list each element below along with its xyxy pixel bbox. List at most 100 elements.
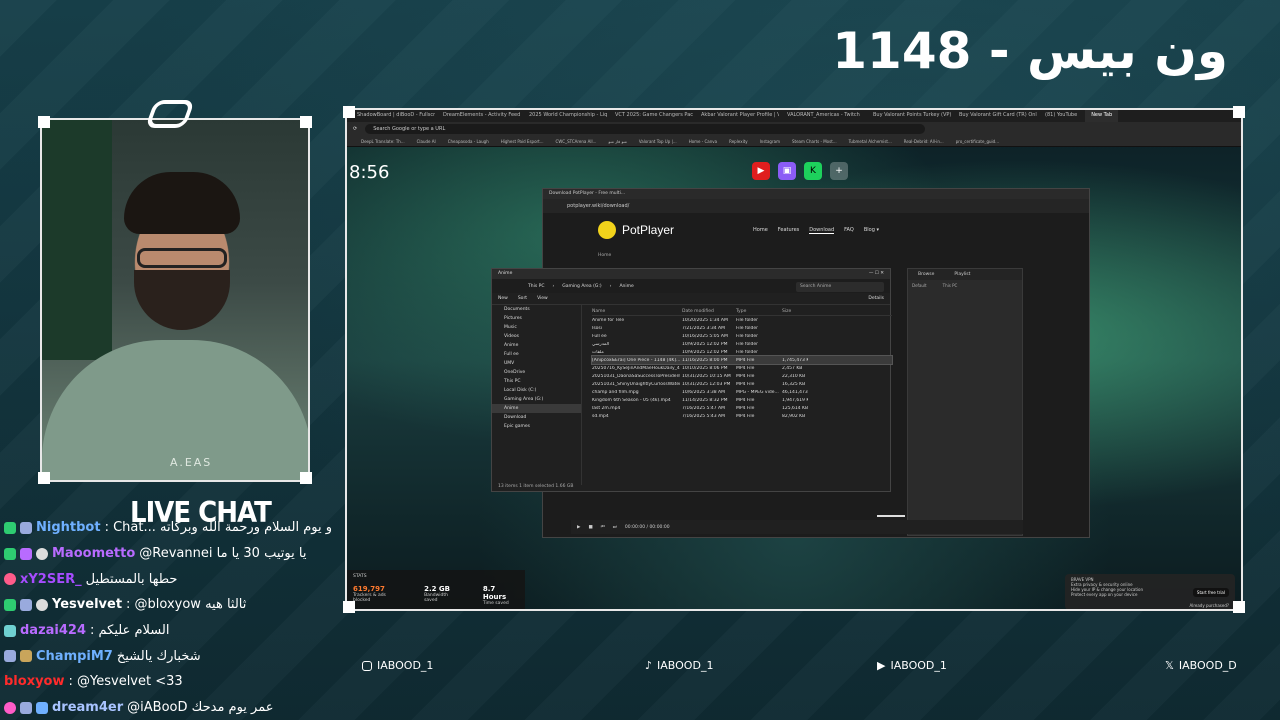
stop-icon[interactable]: ■ [588, 525, 592, 530]
chat-username[interactable]: dream4er [52, 700, 123, 715]
file-row[interactable]: Full ee 10/16/2025 5:05 AM File folder [592, 332, 892, 340]
sidebar-item[interactable]: UMV [492, 359, 581, 368]
url-input[interactable]: Search Google or type a URL [365, 124, 926, 134]
sidebar-item[interactable]: Download [492, 413, 581, 422]
tab-playlist[interactable]: Playlist [954, 272, 970, 277]
sidebar-item[interactable]: Videos [492, 332, 581, 341]
chat-username[interactable]: Nightbot [36, 520, 101, 535]
bookmark[interactable]: منو فاز منو [608, 139, 626, 144]
bookmark[interactable]: Highest Paid Esport... [501, 139, 544, 144]
file-row[interactable]: Kingdom 6th Season - 05 (4k).mp4 11/14/20… [592, 396, 892, 404]
menu-blog[interactable]: Blog ▾ [864, 227, 879, 234]
browser-tab[interactable]: VALORANT_Americas - Twitch [781, 110, 865, 122]
file-row[interactable]: 20251031_ShinyUnaightlyCurlossWaterMan..… [592, 380, 892, 388]
menu-home[interactable]: Home [753, 227, 768, 234]
sidebar-item[interactable]: Epic games [492, 422, 581, 431]
window-controls-icon[interactable]: — ☐ ✕ [869, 271, 884, 277]
browser-tab[interactable]: Buy Valorant Gift Card (TR) Online [953, 110, 1037, 122]
browser-tab[interactable]: ShadowBoard | diBooD - Fullscre [351, 110, 435, 122]
potplayer-url[interactable]: potplayer.wiki/download/ [543, 199, 1089, 213]
browser-tab[interactable]: VCT 2025: Game Changers Pacific [609, 110, 693, 122]
twitch-shortcut-icon[interactable]: ▣ [778, 162, 796, 180]
menu-features[interactable]: Features [778, 227, 800, 234]
browser-tab[interactable]: Buy Valorant Points Turkey (VP) [867, 110, 951, 122]
file-row-selected[interactable]: [Anipcox&Erai] One Piece - 1148 [4K]... 1… [591, 355, 893, 365]
bookmark[interactable]: DeepL Translate: Th... [361, 139, 405, 144]
menu-download[interactable]: Download [809, 227, 835, 234]
reload-icon[interactable]: ⟳ [353, 126, 357, 132]
col-type[interactable]: Type [736, 309, 780, 314]
path-this-pc[interactable]: This PC [528, 284, 544, 289]
file-row[interactable]: last 2m.mp4 7/16/2025 5:47 AM MP4 File 125,… [592, 404, 892, 412]
new-button[interactable]: New [498, 296, 508, 301]
sidebar-item[interactable]: Anime [492, 341, 581, 350]
col-date[interactable]: Date modified [682, 309, 734, 314]
explorer-search-input[interactable]: Search Anime [796, 282, 884, 292]
kick-shortcut-icon[interactable]: K [804, 162, 822, 180]
social-instagram[interactable]: IABOOD_1 [362, 659, 433, 672]
col-name[interactable]: Name [592, 309, 680, 314]
view-button[interactable]: View [537, 296, 548, 301]
bookmark[interactable]: Real-Debrid: All-in... [904, 139, 944, 144]
bookmark[interactable]: CWC_STCArena All... [556, 139, 597, 144]
social-tiktok[interactable]: ♪ IABOOD_1 [645, 659, 713, 672]
bookmark[interactable]: Cheapasoda - Laugh [448, 139, 489, 144]
prev-icon[interactable]: ⏮ [601, 524, 605, 530]
add-site-icon[interactable]: + [830, 162, 848, 180]
explorer-title[interactable]: Anime [498, 271, 512, 277]
details-button[interactable]: Details [868, 296, 884, 301]
sidebar-item[interactable]: Music [492, 323, 581, 332]
sidebar-item[interactable]: Gaming Area (G:) [492, 395, 581, 404]
file-row[interactable]: champ and film.mpg 10/6/2025 3:38 AM MPG -… [592, 388, 892, 396]
bookmark[interactable]: Instagram [760, 139, 780, 144]
sidebar-item[interactable]: Local Disk (C:) [492, 386, 581, 395]
chat-username[interactable]: Maoometto [52, 546, 135, 561]
play-icon[interactable]: ▶ [577, 525, 580, 530]
sort-button[interactable]: Sort [518, 296, 527, 301]
sidebar-item[interactable]: Pictures [492, 314, 581, 323]
path-gaming-area[interactable]: Gaming Area (G:) [562, 284, 601, 289]
sidebar-item[interactable]: Documents [492, 305, 581, 314]
bookmark[interactable]: Replexity [729, 139, 748, 144]
chat-username[interactable]: dazai424 [20, 623, 86, 638]
bookmark[interactable]: Home - Canva [689, 139, 717, 144]
youtube-shortcut-icon[interactable]: ▶ [752, 162, 770, 180]
file-row[interactable]: sd.mp4 7/16/2025 5:43 AM MP4 File 82,902 KB [592, 412, 892, 420]
chat-username[interactable]: xY2SER_ [20, 572, 82, 587]
vpn-footer-link[interactable]: Already purchased? [1189, 603, 1229, 608]
potplayer-breadcrumb[interactable]: Home [598, 253, 611, 258]
file-row[interactable]: المدرسي 10/9/2025 12:02 PM File folder [592, 340, 892, 348]
sidebar-item-selected[interactable]: Anime [492, 404, 581, 413]
bookmark[interactable]: pro_certificate_guid... [956, 139, 999, 144]
volume-slider[interactable] [877, 515, 905, 517]
file-row[interactable]: 20250716_KySeJinAndMaeHoukDaily_4... 10/1… [592, 364, 892, 372]
sidebar-item[interactable]: Full ee [492, 350, 581, 359]
browser-tab[interactable]: Akbar Valorant Player Profile | VLR [695, 110, 779, 122]
browser-tab-active[interactable]: New Tab [1085, 110, 1119, 122]
bookmark[interactable]: Valorant Top Up |... [639, 139, 677, 144]
potplayer-brand[interactable]: PotPlayer [598, 221, 674, 239]
bookmark[interactable]: Claude AI [417, 139, 436, 144]
file-row[interactable]: Isosi 7/21/2025 3:34 AM File folder [592, 324, 892, 332]
file-row[interactable]: Anime for Tele 10/20/2025 1:34 AM File fol… [592, 316, 892, 324]
menu-faq[interactable]: FAQ [844, 227, 854, 234]
path-anime[interactable]: Anime [619, 284, 633, 289]
tab-browse[interactable]: Browse [918, 272, 934, 277]
playlist-this-pc[interactable]: This PC [943, 283, 958, 288]
next-icon[interactable]: ⏭ [613, 524, 617, 530]
browser-tab[interactable]: (81) YouTube [1039, 110, 1083, 122]
file-row[interactable]: 20251031_DaonaSaSuccessToPresidentDi...1… [592, 372, 892, 380]
social-youtube[interactable]: ▶ IABOOD_1 [877, 659, 947, 672]
bookmark[interactable]: Tubmetal Alchemist... [849, 139, 892, 144]
chat-username[interactable]: bloxyow [4, 674, 65, 689]
potplayer-window-title[interactable]: Download PotPlayer - Free multi... [543, 189, 1089, 199]
browser-tab[interactable]: DreamElements - Activity Feed [437, 110, 521, 122]
bookmark[interactable]: Steam Charts - Most... [792, 139, 837, 144]
playlist-default[interactable]: Default [912, 283, 927, 288]
chat-username[interactable]: Yesvelvet [52, 597, 122, 612]
sidebar-item[interactable]: This PC [492, 377, 581, 386]
vpn-trial-button[interactable]: Start free trial [1192, 588, 1229, 597]
social-x[interactable]: 𝕏 IABOOD_D [1165, 659, 1237, 672]
col-size[interactable]: Size [782, 309, 808, 314]
sidebar-item[interactable]: OneDrive [492, 368, 581, 377]
